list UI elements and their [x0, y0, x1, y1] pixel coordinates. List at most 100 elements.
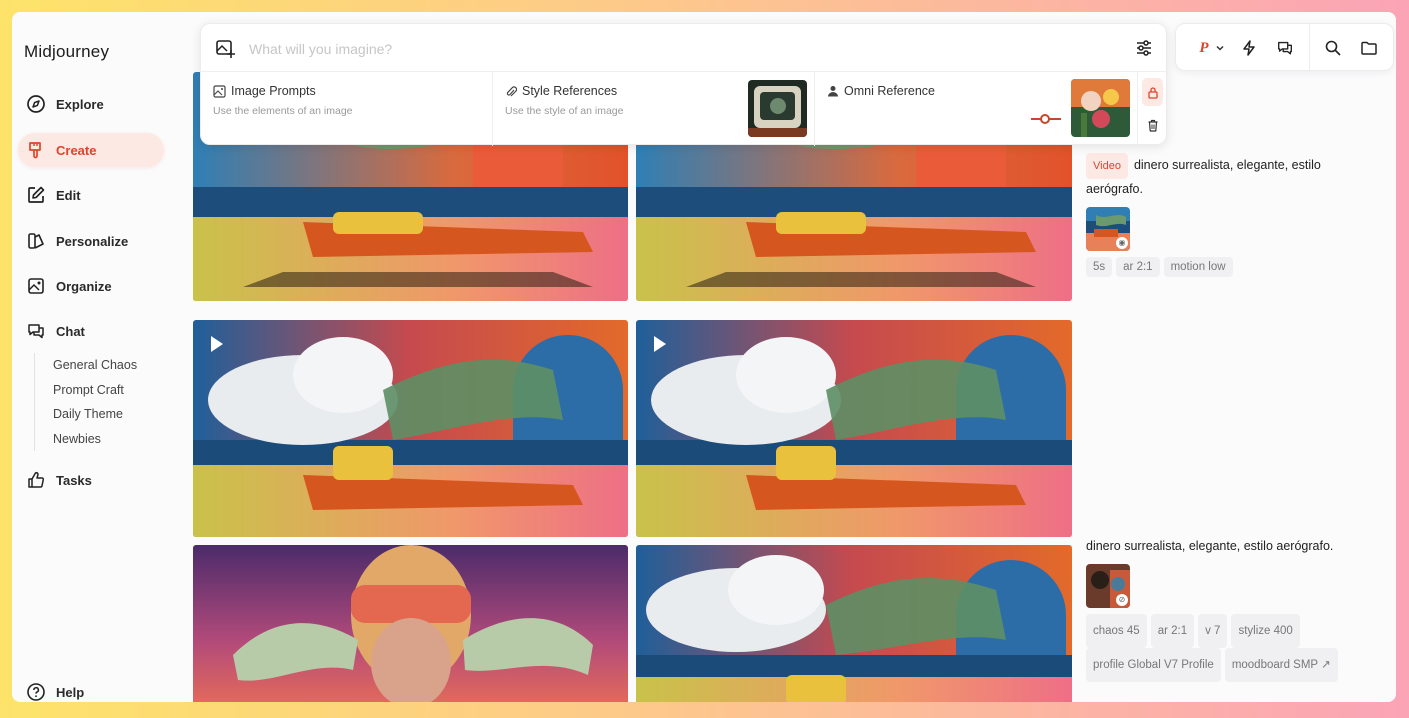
- search-button[interactable]: [1321, 36, 1345, 60]
- job-thumbnail[interactable]: ⊘: [1086, 564, 1130, 608]
- profile-switcher[interactable]: P: [1192, 36, 1232, 60]
- person-icon: [828, 86, 838, 97]
- toolbar-divider: [1309, 24, 1310, 72]
- moodboard-label: moodboard SMP: [1231, 659, 1318, 671]
- job-prompt-line: Video dinero surrealista, elegante, estil…: [1086, 153, 1376, 199]
- style-references-title-row: Style References: [505, 84, 617, 98]
- nav-chat[interactable]: Chat: [18, 314, 164, 348]
- image-prompts-dropzone[interactable]: Image Prompts Use the elements of an ima…: [201, 72, 493, 146]
- param-chip[interactable]: motion low: [1163, 257, 1233, 277]
- lightning-button[interactable]: [1237, 36, 1261, 60]
- chat-button[interactable]: [1273, 36, 1297, 60]
- chat-channel-list: General Chaos Prompt Craft Daily Theme N…: [34, 353, 137, 451]
- nav-personalize-label: Personalize: [56, 233, 129, 249]
- trash-icon: [1148, 119, 1157, 132]
- edit-icon: [28, 186, 45, 203]
- play-icon[interactable]: [654, 336, 666, 352]
- settings-sliders-icon[interactable]: [1134, 38, 1154, 58]
- folder-button[interactable]: [1357, 36, 1381, 60]
- param-chip[interactable]: ar 2:1: [1116, 257, 1160, 277]
- nav-help-label: Help: [56, 684, 85, 700]
- delete-reference-button[interactable]: [1142, 113, 1163, 137]
- job-thumbnail[interactable]: ◉: [1086, 207, 1130, 251]
- nav-help[interactable]: Help: [18, 675, 164, 702]
- video-link-icon: ◉: [1116, 237, 1128, 249]
- chat-channel-item[interactable]: General Chaos: [53, 353, 137, 378]
- add-image-icon[interactable]: [215, 38, 236, 59]
- param-chip[interactable]: chaos 45: [1086, 614, 1147, 648]
- nav-explore[interactable]: Explore: [18, 87, 164, 121]
- profile-letter: P: [1199, 39, 1209, 56]
- prompt-panel: Image Prompts Use the elements of an ima…: [200, 23, 1167, 146]
- image-icon: [28, 278, 44, 294]
- chat-icon: [28, 324, 44, 339]
- nav-create[interactable]: Create: [18, 133, 164, 167]
- link-icon: ⊘: [1116, 594, 1128, 606]
- job-details: dinero surrealista, elegante, estilo aer…: [1086, 536, 1376, 682]
- prompt-bar: [201, 24, 1166, 72]
- search-icon: [1325, 40, 1341, 56]
- paperclip-icon: [506, 85, 517, 96]
- param-chip[interactable]: v 7: [1198, 614, 1228, 648]
- lock-reference-button[interactable]: [1142, 78, 1163, 106]
- style-references-title: Style References: [522, 84, 618, 98]
- param-chip[interactable]: 5s: [1086, 257, 1113, 277]
- image-icon: [213, 84, 226, 98]
- thumbs-up-icon: [28, 471, 45, 488]
- omni-reference-dropzone[interactable]: Omni Reference: [815, 72, 1138, 146]
- chat-channel-item[interactable]: Newbies: [53, 427, 137, 452]
- brush-icon: [29, 142, 41, 159]
- lock-icon: [1147, 86, 1158, 99]
- palette-icon: [28, 233, 44, 249]
- job-params: chaos 45 ar 2:1 v 7 stylize 400 profile Glo…: [1086, 614, 1376, 682]
- compass-icon: [27, 95, 45, 113]
- job-params: 5s ar 2:1 motion low: [1086, 257, 1376, 277]
- nav-tasks-label: Tasks: [56, 472, 92, 488]
- chat-channel-item[interactable]: Prompt Craft: [53, 378, 137, 403]
- generated-video[interactable]: [636, 320, 1072, 537]
- nav-edit[interactable]: Edit: [18, 178, 164, 212]
- top-toolbar: P: [1175, 23, 1394, 72]
- prompt-input[interactable]: [249, 37, 1069, 61]
- param-chip[interactable]: profile Global V7 Profile: [1086, 648, 1221, 682]
- external-link-icon: ↗: [1321, 659, 1331, 671]
- play-icon[interactable]: [211, 336, 223, 352]
- param-chip[interactable]: stylize 400: [1231, 614, 1300, 648]
- nav-edit-label: Edit: [56, 187, 81, 203]
- brand-logo[interactable]: Midjourney: [24, 42, 109, 62]
- moodboard-chip[interactable]: moodboard SMP ↗: [1224, 648, 1338, 682]
- generated-video[interactable]: [193, 320, 628, 537]
- omni-reference-title-row: Omni Reference: [827, 84, 935, 98]
- help-icon: [27, 683, 45, 701]
- nav-organize-label: Organize: [56, 278, 112, 294]
- job-details: Video dinero surrealista, elegante, estil…: [1086, 153, 1376, 277]
- lightning-icon: [1243, 40, 1255, 56]
- nav-create-label: Create: [56, 142, 97, 158]
- image-prompts-title-row: Image Prompts: [213, 84, 316, 98]
- omni-reference-title: Omni Reference: [844, 84, 936, 98]
- nav-personalize[interactable]: Personalize: [18, 224, 164, 258]
- nav-tasks[interactable]: Tasks: [18, 463, 164, 497]
- omni-weight-slider[interactable]: [1031, 114, 1061, 124]
- style-references-subtitle: Use the style of an image: [505, 105, 624, 117]
- job-prompt-text[interactable]: dinero surrealista, elegante, estilo aer…: [1086, 536, 1376, 556]
- style-references-dropzone[interactable]: Style References Use the style of an ima…: [493, 72, 815, 146]
- generated-image[interactable]: [636, 545, 1072, 702]
- image-prompts-subtitle: Use the elements of an image: [213, 105, 353, 117]
- chevron-down-icon: [1216, 45, 1224, 51]
- nav-organize[interactable]: Organize: [18, 269, 164, 303]
- video-badge: Video: [1086, 153, 1128, 179]
- omni-weight-handle[interactable]: [1040, 114, 1050, 124]
- chat-channel-item[interactable]: Daily Theme: [53, 402, 137, 427]
- sidebar: Midjourney Explore Create Edit Personali…: [12, 12, 188, 702]
- chat-icon: [1278, 41, 1292, 55]
- image-prompts-title: Image Prompts: [231, 84, 316, 98]
- param-chip[interactable]: ar 2:1: [1150, 614, 1195, 648]
- folder-icon: [1361, 41, 1377, 55]
- nav-explore-label: Explore: [56, 96, 104, 112]
- style-reference-thumbnail[interactable]: [748, 80, 807, 137]
- omni-reference-thumbnail[interactable]: [1071, 79, 1130, 137]
- generated-image[interactable]: [193, 545, 628, 702]
- app-window: Midjourney Explore Create Edit Personali…: [12, 12, 1396, 702]
- nav-chat-label: Chat: [56, 323, 85, 339]
